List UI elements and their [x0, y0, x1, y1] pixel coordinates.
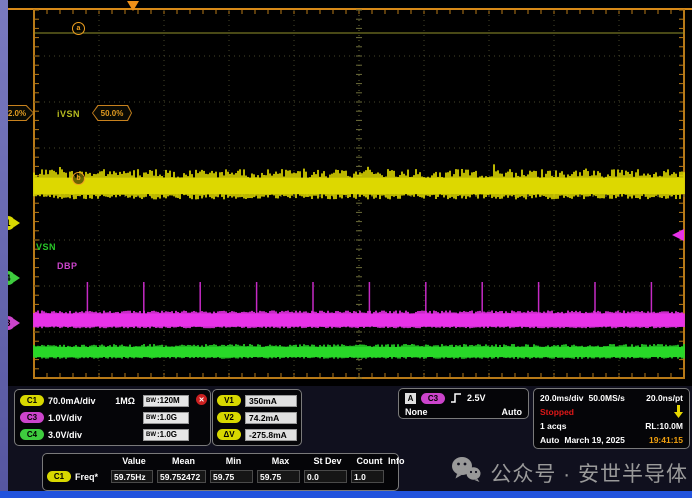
cursor-v2-row: V2 74.2mA	[217, 409, 297, 426]
trigger-main-row: A C3 2.5V	[405, 391, 522, 405]
header-mean: Mean	[157, 456, 210, 470]
timebase-scale-row: 20.0ms/div 50.0MS/s 20.0ns/pt	[540, 391, 683, 405]
time-label: 19:41:15	[649, 435, 683, 445]
channel3-settings[interactable]: C3 1.0V/div BW:1.0G	[20, 409, 205, 426]
trigger-mode: Auto	[502, 407, 523, 417]
trigger-mode-row: None Auto	[405, 405, 522, 419]
waveform-display: 2.0% 50.0% iVSN VSN DBP a b 1 4 3	[0, 0, 692, 386]
marker-arrow-icon	[674, 405, 683, 420]
acquisition-count-row: 1 acqs RL:10.0M	[540, 419, 683, 433]
sample-resolution: 20.0ns/pt	[646, 393, 683, 403]
cursor-v2-value: 74.2mA	[245, 412, 297, 424]
wechat-icon	[451, 456, 481, 489]
rising-edge-icon	[450, 392, 462, 404]
trigger-level: 2.5V	[467, 393, 486, 403]
cursor-v2-badge: V2	[217, 412, 241, 423]
close-icon[interactable]: ✕	[196, 394, 207, 405]
channel3-bandwidth[interactable]: BW:1.0G	[143, 412, 189, 424]
watermark-text: 公众号 · 安世半导体	[490, 458, 688, 488]
cursor-v1-badge: V1	[217, 395, 241, 406]
channel4-bandwidth[interactable]: BW:1.0G	[143, 429, 189, 441]
mark-flag-right[interactable]: 50.0%	[92, 105, 132, 121]
screen-frame-bottom	[0, 491, 692, 498]
header-min: Min	[210, 456, 257, 470]
cursor-readout-box[interactable]: V1 350mA V2 74.2mA ΔV -275.8mA	[212, 389, 302, 446]
trigger-a-badge: A	[405, 393, 416, 404]
header-info: Info	[388, 456, 405, 470]
mark-flag-right-label: 50.0%	[92, 105, 132, 121]
channel1-badge[interactable]: C1	[20, 395, 44, 406]
trace-label-vsn: VSN	[36, 242, 56, 252]
acquisition-mode: Auto	[540, 435, 559, 445]
channel3-scale: 1.0V/div	[48, 413, 82, 423]
cursor-a-handle[interactable]: a	[72, 22, 85, 35]
measurement-value: 59.75Hz	[111, 470, 153, 483]
measurement-name: Freq*	[75, 472, 98, 482]
measurement-max: 59.75	[257, 470, 300, 483]
acquisition-count: 1 acqs	[540, 421, 566, 431]
watermark: 公众号 · 安世半导体	[451, 456, 688, 489]
timebase-box[interactable]: 20.0ms/div 50.0MS/s 20.0ns/pt Stopped 1 …	[533, 388, 690, 449]
datetime-row: Auto March 19, 2025 19:41:15	[540, 433, 683, 447]
measurement-table[interactable]: Value Mean Min Max St Dev Count Info C1 …	[42, 453, 399, 491]
cursor-v1-value: 350mA	[245, 395, 297, 407]
record-length: RL:10.0M	[645, 421, 683, 431]
trace-label-dbp: DBP	[57, 261, 78, 271]
trigger-holdoff: None	[405, 407, 428, 417]
channel4-badge[interactable]: C4	[20, 429, 44, 440]
cursor-b-handle[interactable]: b	[72, 172, 85, 185]
acquisition-status: Stopped	[540, 407, 574, 417]
trigger-settings-box[interactable]: A C3 2.5V None Auto	[398, 388, 529, 419]
trigger-source-badge[interactable]: C3	[421, 393, 445, 404]
measurement-stdev: 0.0	[304, 470, 347, 483]
header-count: Count	[351, 456, 388, 470]
measurement-header-row: Value Mean Min Max St Dev Count Info	[47, 456, 394, 470]
channel1-scale: 70.0mA/div	[48, 396, 96, 406]
channel1-bandwidth[interactable]: BW:120M	[143, 395, 189, 407]
channel1-settings[interactable]: C1 70.0mA/div 1MΩ BW:120M	[20, 392, 205, 409]
channel-settings-box[interactable]: C1 70.0mA/div 1MΩ BW:120M C3 1.0V/div BW…	[14, 389, 211, 446]
oscilloscope-screen: 2.0% 50.0% iVSN VSN DBP a b 1 4 3 C1 70.…	[0, 0, 692, 498]
cursor-dv-row: ΔV -275.8mA	[217, 426, 297, 443]
measurement-count: 1.0	[351, 470, 384, 483]
channel4-settings[interactable]: C4 3.0V/div BW:1.0G	[20, 426, 205, 443]
header-stdev: St Dev	[304, 456, 351, 470]
measurement-row[interactable]: C1 Freq* 59.75Hz 59.752472 59.75 59.75 0…	[47, 470, 394, 483]
acquisition-status-row: Stopped	[540, 405, 683, 419]
screen-frame-left	[0, 0, 8, 491]
date-label: March 19, 2025	[564, 435, 624, 445]
trace-label-ivsn: iVSN	[57, 109, 80, 119]
measurement-min: 59.75	[210, 470, 253, 483]
channel4-scale: 3.0V/div	[48, 430, 82, 440]
cursor-dv-value: -275.8mA	[245, 429, 297, 441]
header-value: Value	[111, 456, 157, 470]
timebase-scale: 20.0ms/div	[540, 393, 583, 403]
channel3-badge[interactable]: C3	[20, 412, 44, 423]
measurement-channel-badge: C1	[47, 471, 71, 482]
cursor-v1-row: V1 350mA	[217, 392, 297, 409]
measurement-mean: 59.752472	[157, 470, 206, 483]
sample-rate: 50.0MS/s	[588, 393, 624, 403]
header-max: Max	[257, 456, 304, 470]
channel1-impedance: 1MΩ	[115, 396, 135, 406]
cursor-dv-badge: ΔV	[217, 429, 241, 440]
graticule-and-traces	[0, 0, 692, 386]
